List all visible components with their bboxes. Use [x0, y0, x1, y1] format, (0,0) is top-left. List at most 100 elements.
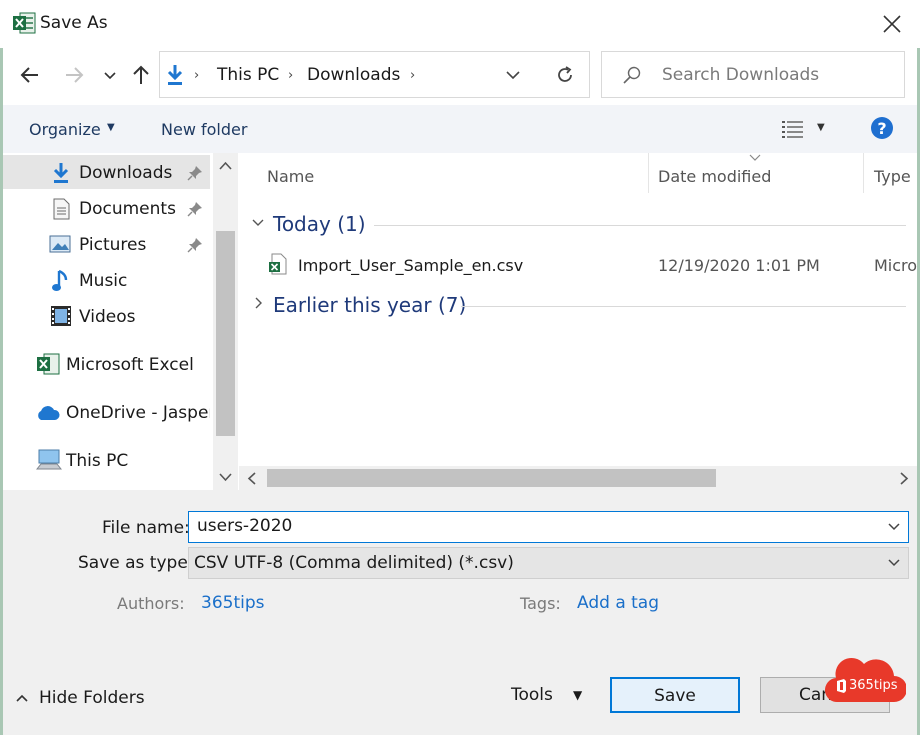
breadcrumb-separator-icon: › — [194, 68, 200, 83]
column-separator — [648, 153, 649, 193]
nav-item-music[interactable]: Music — [3, 263, 210, 297]
scroll-up-icon[interactable] — [219, 161, 232, 171]
onedrive-cloud-icon — [38, 406, 60, 420]
column-header-date-modified[interactable]: Date modified — [658, 167, 771, 186]
column-header-type[interactable]: Type — [874, 167, 911, 186]
nav-item-microsoft-excel[interactable]: Microsoft Excel — [3, 347, 210, 381]
refresh-icon[interactable] — [554, 64, 576, 86]
badge-text: 365tips — [849, 678, 898, 693]
table-row[interactable]: Import_User_Sample_en.csv 12/19/2020 1:0… — [239, 249, 917, 281]
help-icon[interactable]: ? — [870, 116, 894, 140]
nav-item-label: Videos — [79, 307, 136, 327]
nav-item-label: Music — [79, 271, 128, 291]
group-title-today[interactable]: Today (1) — [273, 212, 366, 236]
recent-locations-button[interactable] — [100, 60, 120, 90]
file-name-input[interactable]: users-2020 — [188, 511, 909, 543]
save-as-type-label: Save as type: — [78, 553, 194, 573]
new-folder-button[interactable]: New folder — [161, 120, 247, 139]
nav-item-label: OneDrive - Jasperl — [66, 403, 210, 423]
arrow-right-icon — [66, 67, 84, 83]
search-icon — [623, 66, 641, 84]
close-icon — [883, 15, 901, 33]
file-date-modified: 12/19/2020 1:01 PM — [658, 256, 820, 275]
horizontal-scroll-thumb[interactable] — [267, 469, 716, 487]
search-placeholder: Search Downloads — [662, 65, 820, 85]
close-button[interactable] — [868, 6, 916, 42]
breadcrumb-separator-icon: › — [288, 68, 294, 83]
tools-label: Tools — [511, 685, 553, 705]
group-divider — [374, 225, 906, 226]
file-type: Micro — [874, 256, 917, 275]
group-divider — [461, 306, 906, 307]
csv-file-icon — [269, 253, 287, 275]
music-icon — [52, 269, 68, 291]
address-bar[interactable]: › This PC › Downloads › — [159, 51, 699, 98]
chevron-up-icon — [16, 694, 28, 702]
breadcrumb-downloads[interactable]: Downloads — [307, 65, 400, 85]
pin-icon[interactable] — [187, 237, 203, 253]
forward-button[interactable] — [60, 60, 88, 90]
nav-item-documents[interactable]: Documents — [3, 191, 210, 225]
file-name-label: File name: — [102, 518, 190, 538]
arrow-left-icon — [20, 67, 38, 83]
file-list-horizontal-scrollbar[interactable] — [239, 466, 917, 490]
nav-scroll-thumb[interactable] — [216, 231, 235, 436]
scroll-down-icon[interactable] — [219, 472, 232, 482]
scroll-right-icon[interactable] — [899, 472, 909, 485]
chevron-down-icon[interactable] — [887, 558, 901, 568]
downloads-folder-icon — [167, 65, 183, 85]
nav-item-downloads[interactable]: Downloads — [3, 155, 210, 189]
nav-item-label: Documents — [79, 199, 176, 219]
excel-icon — [13, 12, 36, 34]
chevron-down-icon[interactable] — [887, 522, 901, 532]
column-separator — [863, 153, 864, 193]
view-details-icon[interactable] — [781, 118, 805, 140]
nav-item-label: Pictures — [79, 235, 147, 255]
nav-item-videos[interactable]: Videos — [3, 299, 210, 333]
add-tag-link[interactable]: Add a tag — [577, 593, 659, 613]
breadcrumb-this-pc[interactable]: This PC — [217, 65, 279, 85]
save-options-pane: File name: users-2020 Save as type: CSV … — [3, 490, 917, 735]
documents-icon — [53, 198, 70, 220]
computer-icon — [36, 449, 62, 470]
group-title-earlier-this-year[interactable]: Earlier this year (7) — [273, 293, 466, 317]
back-button[interactable] — [16, 60, 44, 90]
sort-chevron-icon — [749, 154, 761, 161]
excel-icon — [37, 353, 60, 375]
view-options-dropdown-icon[interactable]: ▼ — [817, 122, 825, 133]
save-as-type-select[interactable]: CSV UTF-8 (Comma delimited) (*.csv) — [188, 547, 909, 579]
navigation-pane: Downloads Documents Pictures Music Video… — [3, 153, 238, 490]
search-box[interactable]: Search Downloads — [601, 51, 905, 98]
scroll-left-icon[interactable] — [247, 472, 257, 485]
authors-label: Authors: — [117, 594, 185, 613]
organize-button[interactable]: Organize — [29, 120, 101, 139]
title-bar: Save As — [0, 0, 920, 48]
up-button[interactable] — [127, 60, 155, 90]
column-header-name[interactable]: Name — [267, 167, 314, 186]
save-button[interactable]: Save — [610, 677, 740, 713]
hide-folders-label: Hide Folders — [39, 688, 145, 708]
arrow-up-icon — [133, 65, 149, 84]
videos-icon — [51, 306, 71, 326]
tools-menu-button[interactable]: Tools ▼ — [503, 682, 591, 714]
pin-icon[interactable] — [187, 201, 203, 217]
hide-folders-toggle[interactable]: Hide Folders — [13, 686, 163, 712]
pin-icon[interactable] — [187, 165, 203, 181]
nav-item-label: Downloads — [79, 163, 173, 183]
nav-item-pictures[interactable]: Pictures — [3, 227, 210, 261]
downloads-icon — [53, 163, 69, 183]
address-dropdown-chevron-icon[interactable] — [504, 68, 522, 82]
save-as-type-value: CSV UTF-8 (Comma delimited) (*.csv) — [194, 553, 514, 573]
nav-item-this-pc[interactable]: This PC — [3, 443, 210, 477]
file-name-value: users-2020 — [197, 516, 293, 536]
file-list: Name Date modified Type Today (1) Import… — [239, 153, 917, 490]
group-expanded-chevron-icon[interactable] — [251, 217, 265, 229]
authors-value[interactable]: 365tips — [201, 593, 264, 613]
nav-item-onedrive[interactable]: OneDrive - Jasperl — [3, 395, 210, 429]
breadcrumb-separator-icon: › — [410, 68, 416, 83]
group-collapsed-chevron-icon[interactable] — [253, 296, 265, 310]
chevron-down-icon — [104, 72, 116, 80]
window-title: Save As — [40, 13, 108, 33]
svg-text:?: ? — [877, 119, 886, 138]
office-logo-icon — [837, 679, 846, 693]
